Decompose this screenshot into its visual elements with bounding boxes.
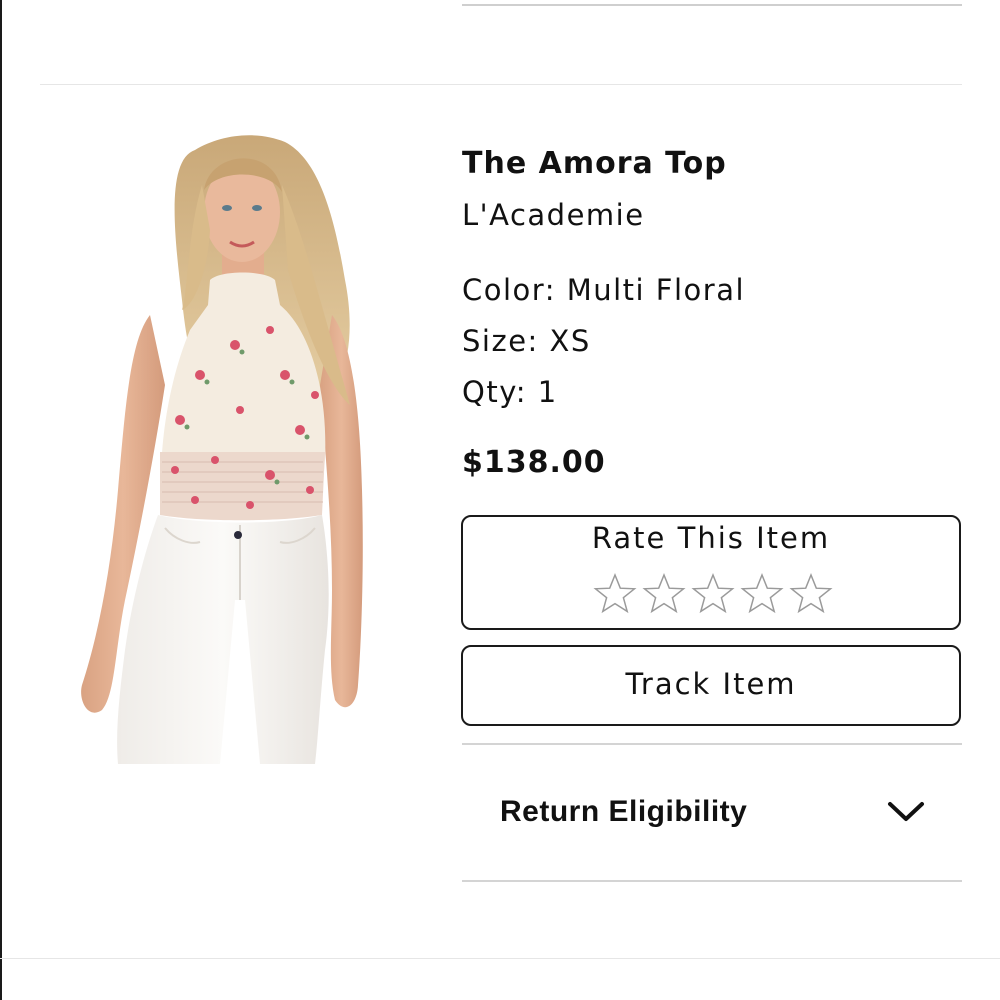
- return-eligibility-toggle[interactable]: Return Eligibility: [462, 778, 962, 848]
- product-title: The Amora Top: [462, 146, 727, 181]
- divider-section: [40, 84, 962, 85]
- size-label: Size:: [462, 324, 539, 358]
- size-value: XS: [549, 324, 591, 358]
- return-eligibility-label: Return Eligibility: [500, 795, 748, 828]
- qty-value: 1: [537, 375, 558, 409]
- divider-return-top: [462, 743, 962, 745]
- product-size: Size: XS: [462, 324, 591, 358]
- color-value: Multi Floral: [566, 273, 746, 307]
- star-outline-icon[interactable]: [691, 572, 735, 616]
- divider-bottom: [0, 958, 1000, 959]
- track-item-label: Track Item: [625, 667, 797, 701]
- product-color: Color: Multi Floral: [462, 273, 745, 307]
- track-item-button[interactable]: Track Item: [461, 645, 961, 726]
- left-border: [0, 0, 2, 1000]
- product-photo-icon: [81, 135, 363, 764]
- rate-item-box: Rate This Item: [461, 515, 961, 630]
- qty-label: Qty:: [462, 375, 528, 409]
- divider-return-bottom: [462, 880, 962, 882]
- product-brand[interactable]: L'Academie: [462, 198, 645, 232]
- product-image[interactable]: [70, 130, 380, 764]
- divider-top: [462, 4, 962, 6]
- star-outline-icon[interactable]: [593, 572, 637, 616]
- star-outline-icon[interactable]: [789, 572, 833, 616]
- star-outline-icon[interactable]: [642, 572, 686, 616]
- order-item-page: The Amora Top L'Academie Color: Multi Fl…: [0, 0, 1000, 1000]
- color-label: Color:: [462, 273, 556, 307]
- chevron-down-icon: [888, 802, 924, 821]
- product-quantity: Qty: 1: [462, 375, 558, 409]
- rate-item-label: Rate This Item: [591, 521, 831, 555]
- product-price: $138.00: [462, 445, 606, 480]
- star-outline-icon[interactable]: [740, 572, 784, 616]
- star-rating[interactable]: [593, 572, 833, 618]
